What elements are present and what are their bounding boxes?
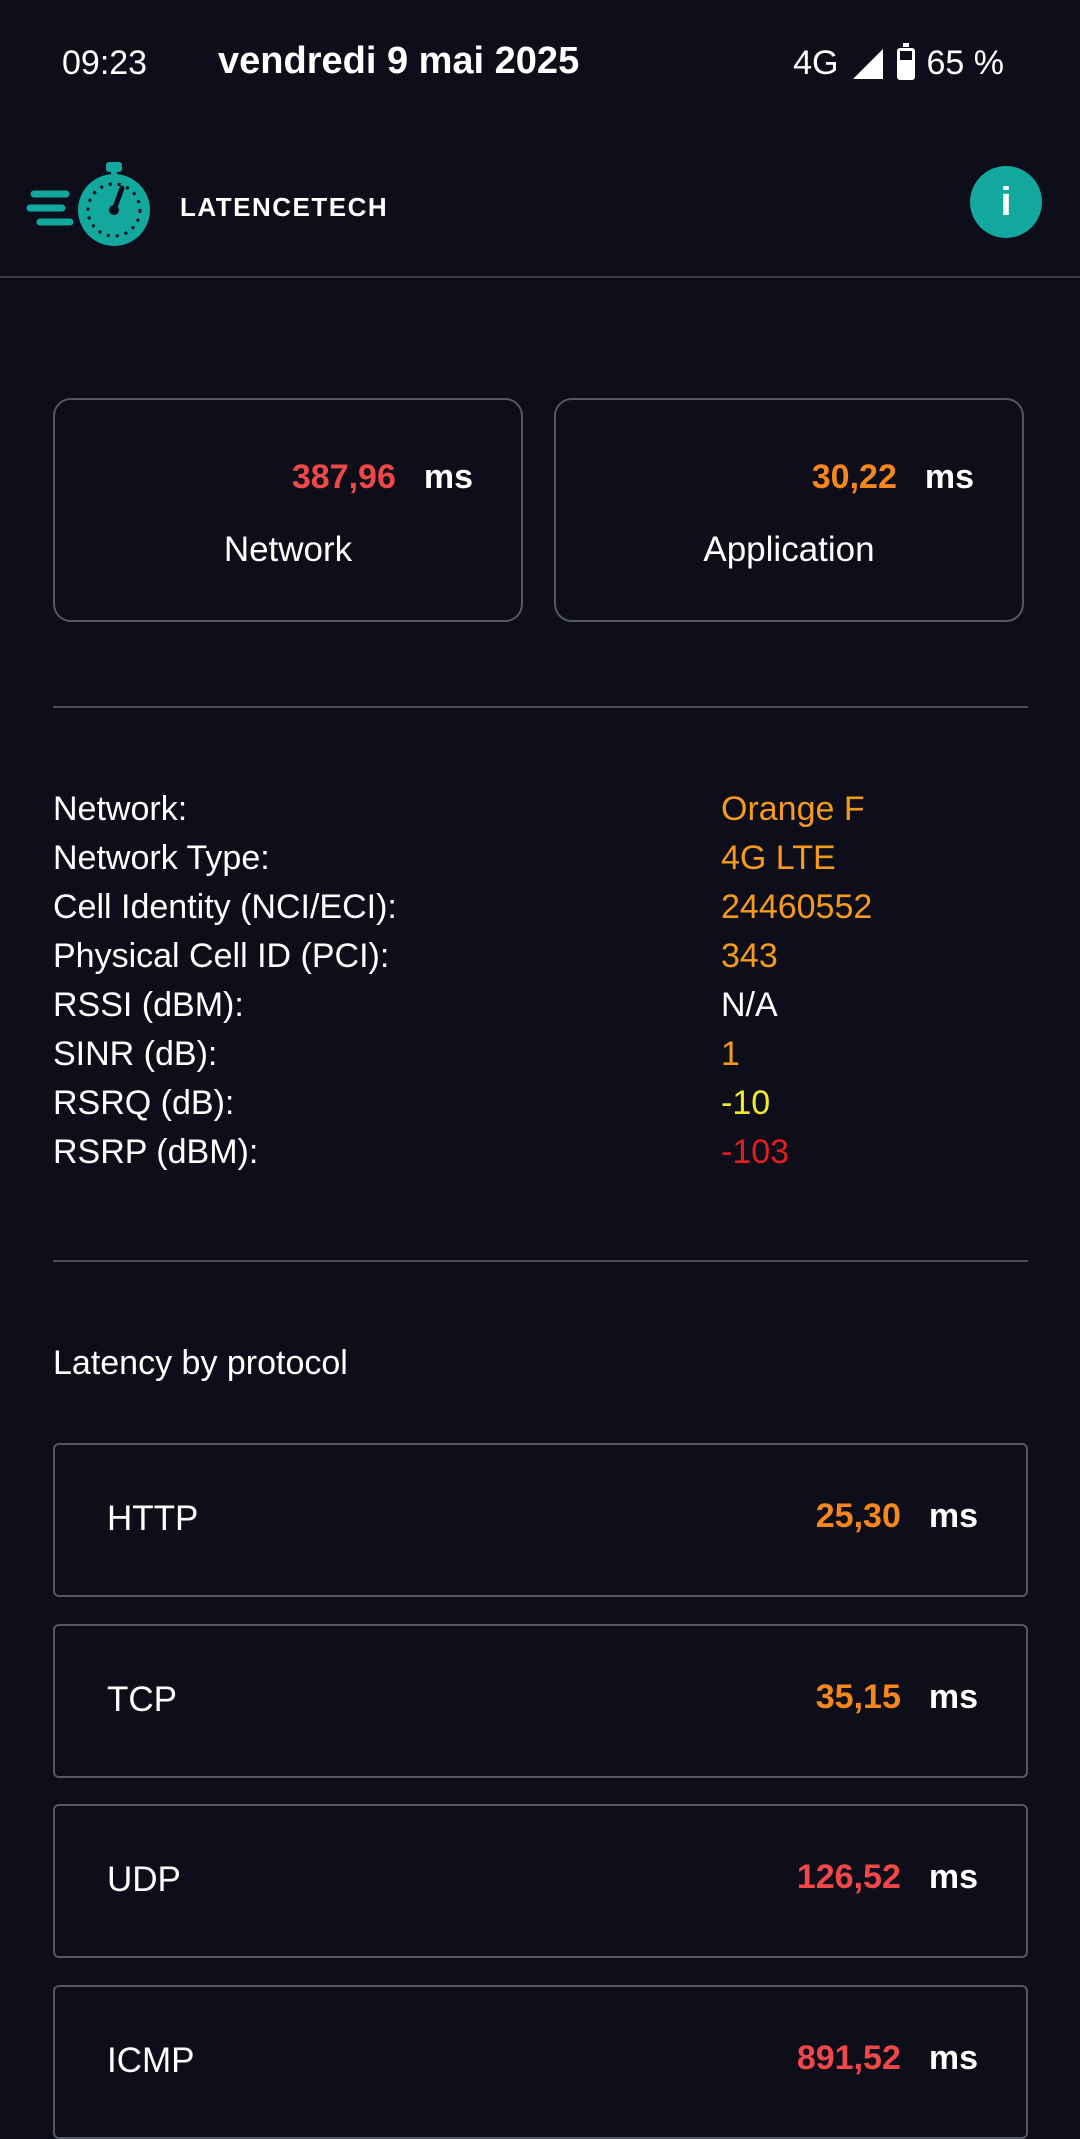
protocol-name: UDP xyxy=(107,1860,181,1899)
info-value: -103 xyxy=(721,1133,790,1171)
info-value: 24460552 xyxy=(721,888,873,926)
protocol-card-icmp: ICMP 891,52 ms xyxy=(53,1985,1028,2139)
protocol-latency-unit: ms xyxy=(928,1678,978,1716)
info-row: RSSI (dBM): N/A xyxy=(53,986,1028,1035)
info-value: -10 xyxy=(721,1084,771,1122)
protocol-latency-unit: ms xyxy=(928,2039,978,2077)
status-indicators: 4G 65 % xyxy=(793,42,1005,83)
info-value: Orange F xyxy=(721,790,865,828)
network-latency-card: 387,96 ms Network xyxy=(53,398,523,622)
info-row: SINR (dB): 1 xyxy=(53,1035,1028,1084)
network-type-indicator: 4G xyxy=(793,44,839,82)
protocol-name: HTTP xyxy=(107,1499,199,1538)
info-row: Network Type: 4G LTE xyxy=(53,839,1028,888)
info-row: Cell Identity (NCI/ECI): 24460552 xyxy=(53,888,1028,937)
application-latency-unit: ms xyxy=(924,458,974,496)
protocol-card-tcp: TCP 35,15 ms xyxy=(53,1624,1028,1778)
info-key: SINR (dB): xyxy=(53,1035,218,1073)
battery-percent: 65 % xyxy=(926,44,1005,82)
battery-icon xyxy=(896,42,915,80)
protocol-name: TCP xyxy=(107,1680,177,1719)
protocol-card-http: HTTP 25,30 ms xyxy=(53,1443,1028,1597)
divider xyxy=(53,706,1028,708)
app-header: LATENCETECH i xyxy=(0,128,1080,278)
info-key: Network Type: xyxy=(53,839,270,877)
info-row: RSRQ (dB): -10 xyxy=(53,1084,1028,1133)
info-key: Physical Cell ID (PCI): xyxy=(53,937,390,975)
application-latency-label: Application xyxy=(703,530,875,569)
protocol-latency-value: 35,15 xyxy=(815,1678,901,1716)
protocol-name: ICMP xyxy=(107,2041,195,2080)
signal-icon xyxy=(852,48,883,79)
network-latency-value: 387,96 xyxy=(291,458,396,496)
status-time: 09:23 xyxy=(62,44,148,82)
info-value: 343 xyxy=(721,937,778,975)
network-latency-unit: ms xyxy=(423,458,473,496)
protocol-latency-unit: ms xyxy=(928,1497,978,1535)
info-value: N/A xyxy=(721,986,778,1024)
application-latency-value: 30,22 xyxy=(811,458,897,496)
network-latency-label: Network xyxy=(223,530,353,569)
info-key: RSRQ (dB): xyxy=(53,1084,235,1122)
info-button[interactable]: i xyxy=(970,166,1042,238)
info-key: Network: xyxy=(53,790,188,828)
status-bar: 09:23 vendredi 9 mai 2025 4G 65 % xyxy=(0,0,1080,128)
protocol-card-udp: UDP 126,52 ms xyxy=(53,1804,1028,1958)
info-key: Cell Identity (NCI/ECI): xyxy=(53,888,397,926)
stopwatch-logo-icon xyxy=(26,162,150,246)
info-icon: i xyxy=(1000,179,1012,224)
info-value: 1 xyxy=(721,1035,740,1073)
info-row: Network: Orange F xyxy=(53,790,1028,839)
application-latency-card: 30,22 ms Application xyxy=(554,398,1024,622)
info-value: 4G LTE xyxy=(721,839,836,877)
protocol-latency-value: 126,52 xyxy=(796,1858,901,1896)
protocol-latency-unit: ms xyxy=(928,1858,978,1896)
status-date: vendredi 9 mai 2025 xyxy=(218,40,580,82)
info-key: RSRP (dBM): xyxy=(53,1133,259,1171)
app-name: LATENCETECH xyxy=(180,192,389,222)
section-title: Latency by protocol xyxy=(53,1344,348,1382)
info-key: RSSI (dBM): xyxy=(53,986,244,1024)
protocol-latency-value: 891,52 xyxy=(796,2039,901,2077)
divider xyxy=(53,1260,1028,1262)
network-info-list: Network: Orange F Network Type: 4G LTE Cell … xyxy=(53,790,1028,1182)
info-row: RSRP (dBM): -103 xyxy=(53,1133,1028,1182)
info-row: Physical Cell ID (PCI): 343 xyxy=(53,937,1028,986)
protocol-latency-value: 25,30 xyxy=(815,1497,901,1535)
